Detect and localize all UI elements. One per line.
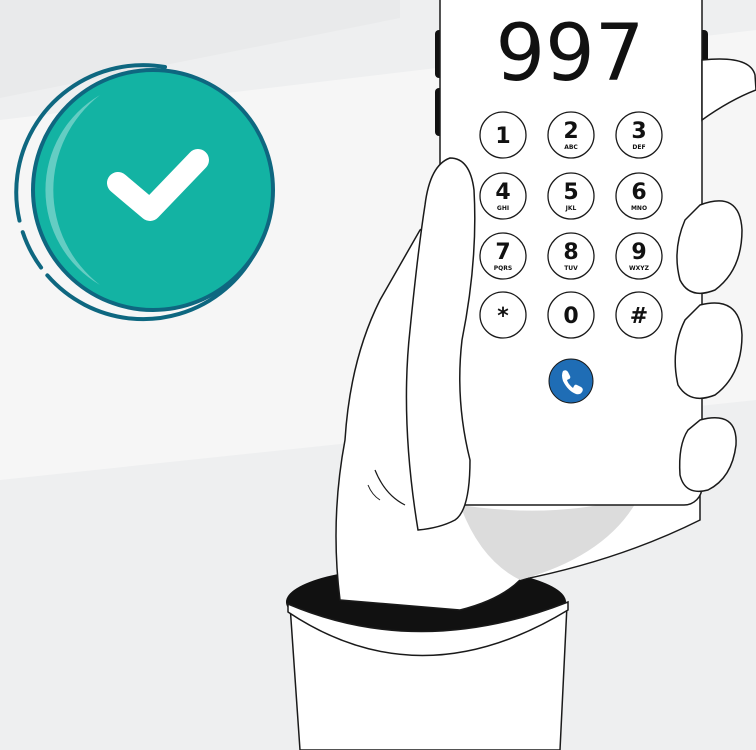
key-0[interactable]: 0 [547, 291, 595, 339]
success-check-badge [14, 63, 275, 322]
key-5[interactable]: 5JKL [547, 172, 595, 220]
key-digit: 7 [495, 240, 510, 265]
key-digit: 1 [495, 124, 510, 149]
key-digit: * [497, 304, 509, 329]
key-2[interactable]: 2ABC [547, 111, 595, 159]
key-9[interactable]: 9WXYZ [615, 232, 663, 280]
key-letters: WXYZ [629, 265, 650, 272]
key-8[interactable]: 8TUV [547, 232, 595, 280]
key-letters: TUV [564, 265, 578, 272]
key-digit: 8 [563, 240, 578, 265]
key-digit: 3 [631, 119, 646, 144]
key-star[interactable]: * [479, 291, 527, 339]
key-letters: DEF [632, 144, 645, 151]
dialed-number: 997 [496, 9, 645, 99]
call-button[interactable] [548, 358, 594, 404]
badge-circle [31, 68, 275, 312]
key-digit: 9 [631, 240, 646, 265]
emergency-call-illustration: 997 1 2ABC 3DEF 4GHI 5JKL 6MNO 7PQRS 8TUV 9WXYZ *… [0, 0, 756, 750]
key-letters: JKL [565, 205, 577, 212]
key-letters: PQRS [494, 265, 512, 272]
key-1[interactable]: 1 [479, 111, 527, 159]
key-letters: GHI [497, 205, 509, 212]
call-button-circle[interactable] [548, 358, 594, 404]
key-digit: 6 [631, 180, 646, 205]
key-digit: 2 [563, 119, 578, 144]
key-4[interactable]: 4GHI [479, 172, 527, 220]
key-hash[interactable]: # [615, 291, 663, 339]
key-letters: ABC [564, 144, 578, 151]
phone: 997 1 2ABC 3DEF 4GHI 5JKL 6MNO 7PQRS 8TUV 9WXYZ *… [435, 0, 708, 506]
key-7[interactable]: 7PQRS [479, 232, 527, 280]
key-digit: 4 [495, 180, 510, 205]
key-letters: MNO [631, 205, 647, 212]
key-digit: 5 [563, 180, 578, 205]
key-6[interactable]: 6MNO [615, 172, 663, 220]
key-digit: # [630, 304, 648, 329]
key-3[interactable]: 3DEF [615, 111, 663, 159]
key-digit: 0 [563, 304, 578, 329]
